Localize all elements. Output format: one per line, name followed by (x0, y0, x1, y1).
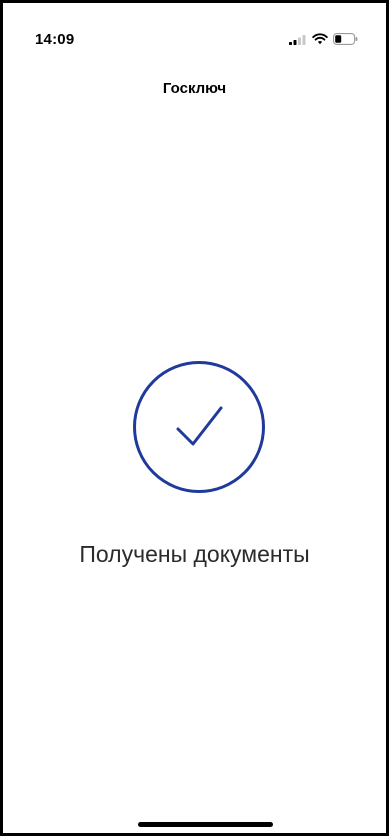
status-icons (289, 32, 358, 50)
wifi-icon (312, 32, 328, 50)
checkmark-circle-icon (132, 360, 266, 494)
battery-icon (333, 32, 358, 50)
app-screen: 14:09 Госключ Получены документы (3, 3, 386, 833)
cellular-signal-icon (289, 32, 307, 50)
status-bar: 14:09 (3, 3, 386, 63)
status-message: Получены документы (79, 541, 310, 567)
home-indicator[interactable] (138, 822, 273, 827)
status-time: 14:09 (35, 31, 75, 48)
page-title: Госключ (162, 80, 227, 97)
